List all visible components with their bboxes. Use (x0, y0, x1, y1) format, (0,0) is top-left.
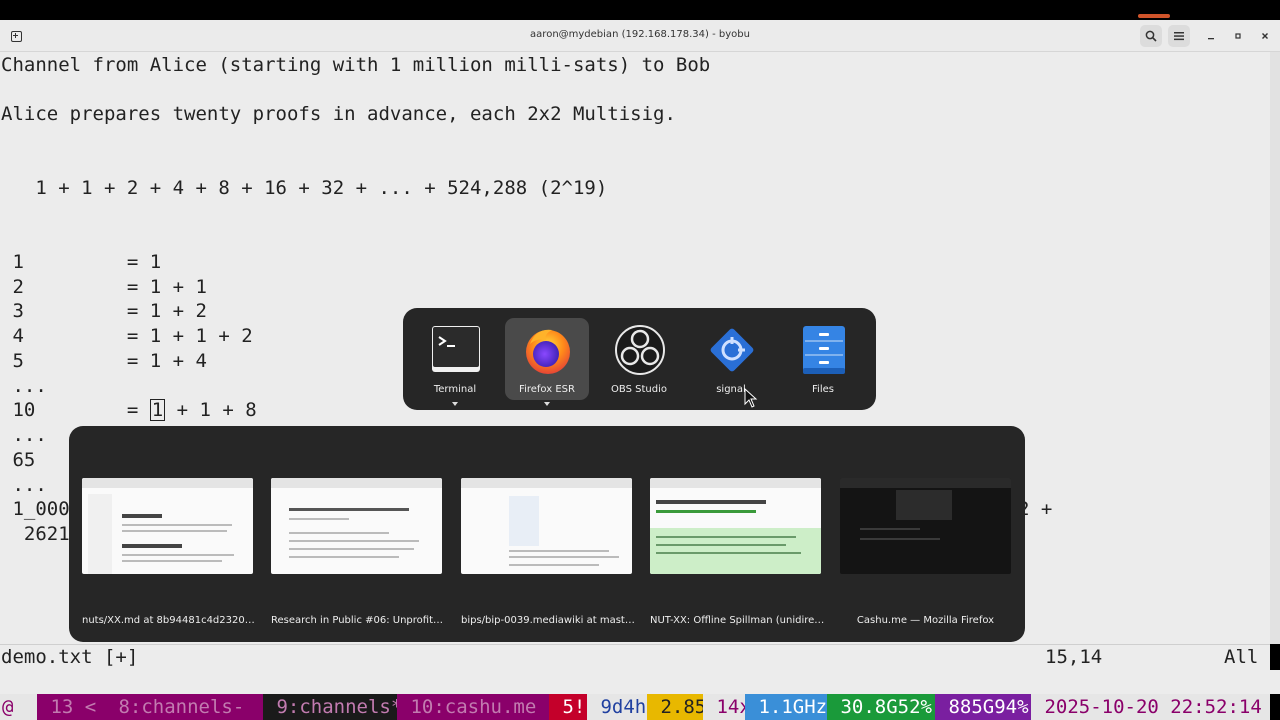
byobu-cpu-count: 14x (703, 694, 751, 720)
firefox-icon (526, 329, 570, 374)
search-button[interactable] (1140, 25, 1162, 47)
byobu-window-9-active[interactable]: 9:channels* (263, 694, 402, 720)
byobu-cpu-freq: 1.1GHz (745, 694, 828, 720)
app-label: Files (812, 384, 834, 395)
maximize-icon (1235, 33, 1241, 39)
byobu-window-8[interactable]: 8:channels- (105, 694, 263, 720)
window-preview-thumbnail[interactable] (650, 478, 821, 574)
terminal-icon (432, 326, 480, 372)
byobu-session-count: 13 < (37, 694, 105, 720)
window-preview-title: NUT-XX: Offline Spillman (unidirecti... (650, 615, 826, 626)
app-switcher: Terminal Firefox ESR OBS Studio signal F… (403, 308, 876, 410)
hamburger-icon (1174, 32, 1184, 41)
line-prefix: 10 = (1, 399, 150, 421)
text-line: ... (1, 424, 47, 446)
scrollbar[interactable] (1270, 52, 1280, 644)
obs-icon (615, 325, 665, 375)
window-preview-title: Cashu.me — Mozilla Firefox (856, 615, 995, 626)
activity-indicator (1138, 14, 1170, 18)
vim-status-line: demo.txt [+] 15,14 All (0, 644, 1270, 670)
byobu-status-bar: @ 13 < 8:channels- 9:channels* 10:cashu.… (0, 694, 1270, 720)
window-preview-thumbnail[interactable] (271, 478, 442, 574)
text-line: Alice prepares twenty proofs in advance,… (1, 103, 676, 125)
switcher-app-firefox[interactable]: Firefox ESR (505, 318, 589, 406)
close-icon (1262, 33, 1268, 39)
text-line: Channel from Alice (starting with 1 mill… (1, 54, 711, 76)
text-line: 3 = 1 + 2 (1, 300, 207, 322)
text-line-cursor: 10 = 1 + 1 + 8 (1, 398, 257, 422)
byobu-logo: @ (0, 694, 37, 720)
signal-icon (710, 328, 754, 372)
command-line (0, 670, 1280, 694)
text-line: 2 = 1 + 1 (1, 276, 207, 298)
window-previews: nuts/XX.md at 8b94481c4d2320e6fd... Rese… (69, 426, 1025, 642)
close-button[interactable] (1254, 25, 1276, 47)
text-line: 4 = 1 + 1 + 2 (1, 325, 253, 347)
mouse-pointer-icon (744, 388, 758, 408)
text-line: 1_000 (1, 498, 70, 520)
status-filename: demo.txt [+] (1, 646, 139, 668)
byobu-updates: 5! (549, 694, 587, 720)
window-preview-title: Research in Public #06: Unprofitable... (271, 615, 447, 626)
byobu-datetime: 2025-10-20 22:52:14 (1031, 694, 1270, 720)
text-line: ... (1, 375, 47, 397)
text-cursor: 1 (149, 399, 166, 421)
text-line: 65 (1, 449, 36, 471)
files-icon (803, 326, 845, 374)
byobu-uptime: 9d4h (587, 694, 647, 720)
top-panel (0, 0, 1280, 20)
text-line: 1 + 1 + 2 + 4 + 8 + 16 + 32 + ... + 524,… (1, 177, 608, 199)
app-label: Terminal (433, 384, 477, 395)
window-preview-thumbnail[interactable] (461, 478, 632, 574)
switcher-app-obs[interactable]: OBS Studio (597, 318, 681, 400)
window-title: aaron@mydebian (192.168.178.34) - byobu (530, 29, 750, 40)
switcher-app-signal[interactable]: signal (689, 318, 773, 400)
window-preview-thumbnail[interactable] (82, 478, 253, 574)
running-indicator (452, 402, 458, 406)
text-line: ... (1, 474, 47, 496)
window-preview-thumbnail[interactable] (840, 478, 1011, 574)
byobu-disk: 885G94% (935, 694, 1031, 720)
window-titlebar: aaron@mydebian (192.168.178.34) - byobu (0, 20, 1280, 52)
byobu-memory: 30.8G52% (827, 694, 935, 720)
byobu-window-10[interactable]: 10:cashu.me (397, 694, 549, 720)
app-label: Firefox ESR (519, 384, 575, 395)
minimize-button[interactable] (1200, 25, 1222, 47)
app-label: OBS Studio (611, 384, 667, 395)
status-position: 15,14 (1045, 646, 1103, 668)
minimize-icon (1208, 38, 1214, 40)
text-line: 2621 (1, 523, 70, 545)
byobu-load: 2.85 (647, 694, 707, 720)
switcher-app-files[interactable]: Files (781, 318, 865, 400)
status-scroll: All (1224, 646, 1259, 668)
search-icon (1145, 30, 1157, 42)
menu-button[interactable] (1168, 25, 1190, 47)
switcher-app-terminal[interactable]: Terminal (413, 318, 497, 406)
maximize-button[interactable] (1227, 25, 1249, 47)
text-line: 1 = 1 (1, 251, 162, 273)
window-preview-title: nuts/XX.md at 8b94481c4d2320e6fd... (82, 615, 258, 626)
window-preview-title: bips/bip-0039.mediawiki at master · ... (461, 615, 637, 626)
running-indicator (544, 402, 550, 406)
app-label: signal (716, 384, 746, 395)
line-suffix: + 1 + 8 (165, 399, 257, 421)
text-line: 5 = 1 + 4 (1, 350, 207, 372)
